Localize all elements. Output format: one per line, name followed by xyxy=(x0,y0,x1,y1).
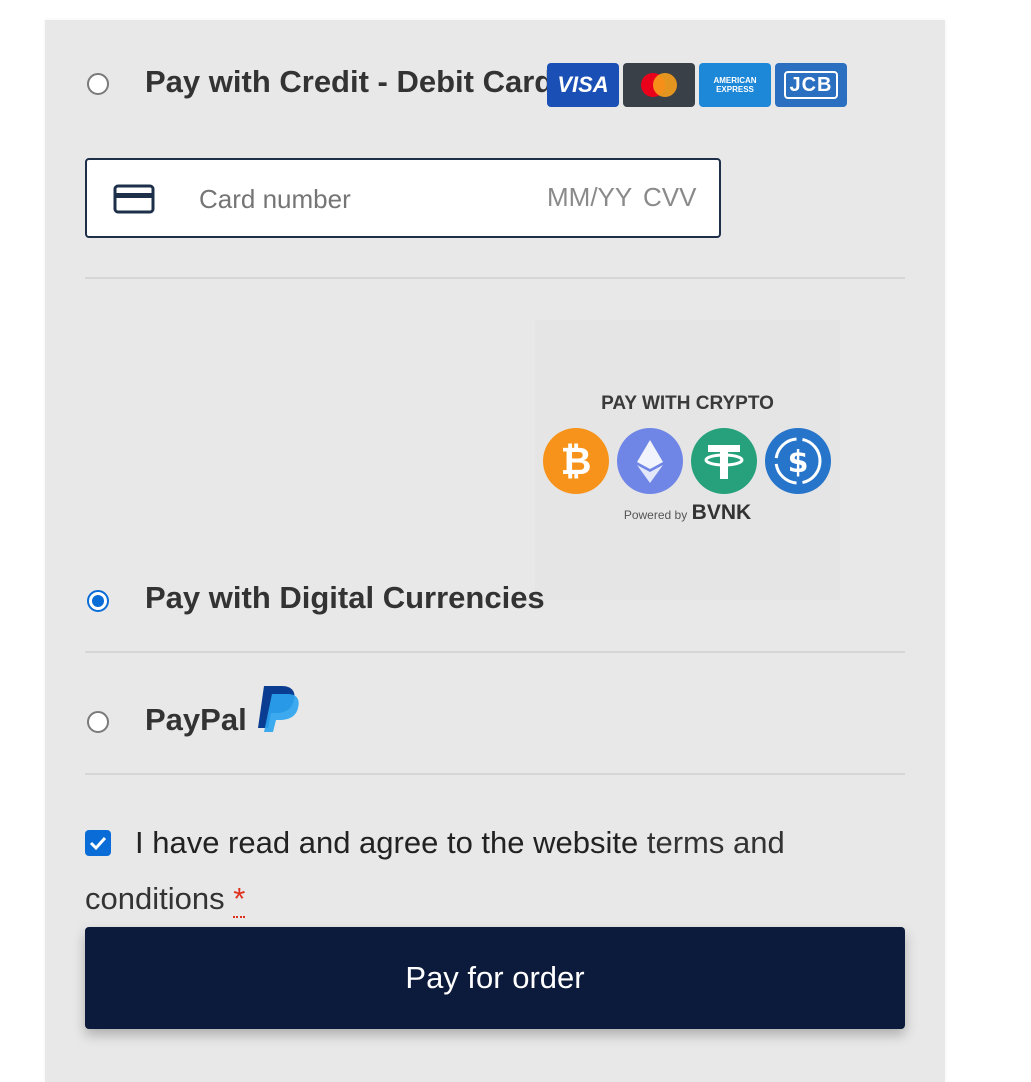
card-input-field[interactable]: MM/YY CVV xyxy=(85,158,721,238)
card-payment-label[interactable]: Pay with Credit - Debit Card xyxy=(145,64,553,100)
paypal-icon xyxy=(256,684,300,739)
card-payment-radio[interactable] xyxy=(87,73,109,95)
expiry-input[interactable]: MM/YY xyxy=(547,182,632,213)
paypal-payment-label[interactable]: PayPal xyxy=(145,702,247,738)
crypto-payment-radio[interactable] xyxy=(87,590,109,612)
ethereum-icon xyxy=(617,428,683,494)
crypto-banner: PAY WITH CRYPTO ₿ $ Powered by BVNK xyxy=(535,320,840,600)
divider xyxy=(85,773,905,775)
amex-logo: AMERICAN EXPRESS xyxy=(699,63,771,107)
powered-by: Powered by BVNK xyxy=(623,501,752,524)
mastercard-logo xyxy=(623,63,695,107)
card-number-input[interactable] xyxy=(197,178,501,220)
svg-text:₿: ₿ xyxy=(561,439,592,483)
tether-icon xyxy=(691,428,757,494)
pay-for-order-button[interactable]: Pay for order xyxy=(85,927,905,1029)
divider xyxy=(85,651,905,653)
divider xyxy=(85,277,905,279)
terms-text: I have read and agree to the website ter… xyxy=(85,825,785,918)
svg-text:$: $ xyxy=(788,445,809,480)
crypto-payment-label[interactable]: Pay with Digital Currencies xyxy=(145,580,545,616)
required-marker: * xyxy=(233,881,246,918)
jcb-logo: JCB xyxy=(775,63,847,107)
credit-card-icon xyxy=(113,184,155,219)
bvnk-logo: BVNK xyxy=(691,501,752,524)
bitcoin-icon: ₿ xyxy=(543,428,609,494)
visa-logo: VISA xyxy=(547,63,619,107)
usdc-icon: $ xyxy=(765,428,831,494)
crypto-banner-heading: PAY WITH CRYPTO xyxy=(601,393,774,414)
paypal-payment-radio[interactable] xyxy=(87,711,109,733)
cvv-input[interactable]: CVV xyxy=(643,182,696,213)
